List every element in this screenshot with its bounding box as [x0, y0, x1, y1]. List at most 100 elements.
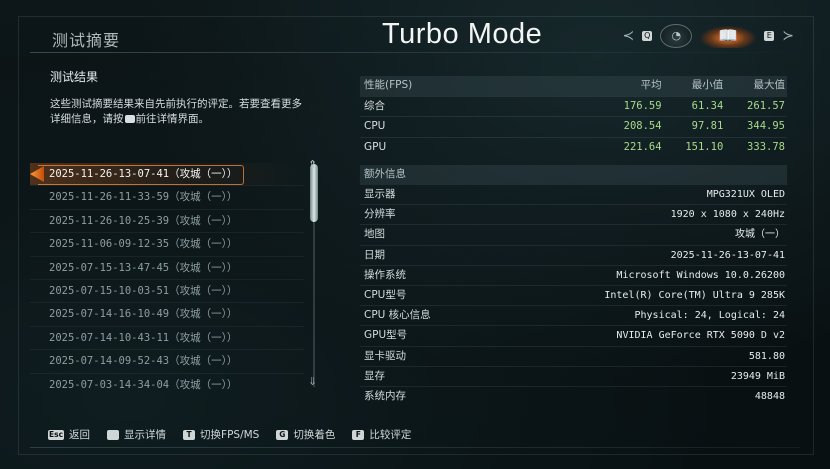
perf-avg-value: 208.54	[623, 120, 662, 132]
extra-info-value: Intel(R) Core(TM) Ultra 9 285K	[604, 289, 785, 301]
run-item[interactable]: 2025-11-26-10-25-39（攻城（一））	[30, 208, 304, 232]
extra-info-value: 攻城（一）	[735, 229, 785, 241]
hint-key-icon: T	[183, 429, 196, 440]
extra-info-heading: 额外信息	[360, 165, 787, 184]
run-list: 2025-11-26-13-07-41（攻城（一）） 2025-11-26-11-…	[30, 163, 304, 396]
run-item[interactable]: 2025-11-06-09-12-35（攻城（一））	[30, 232, 304, 255]
perf-row-label: 综合	[364, 99, 385, 112]
performance-header-row: 性能(FPS) 平均 最小值 最大值	[360, 76, 787, 96]
extra-info-value: 581.80	[748, 350, 785, 362]
extra-info-row: 操作系统 Microsoft Windows 10.0.26200	[360, 264, 787, 285]
extra-info-key: GPU型号	[364, 329, 408, 342]
perf-min-value: 151.10	[685, 140, 724, 153]
key-q-icon: Q	[642, 31, 653, 41]
extra-info-value: NVIDIA GeForce RTX 5090 D v2	[616, 330, 785, 342]
summary-tab-book-icon[interactable]: 📖	[700, 24, 757, 48]
performance-table: 性能(FPS) 平均 最小值 最大值 综合 176.59 61.34 261.57 CP…	[360, 76, 787, 157]
extra-info-key: 系统内存	[364, 389, 406, 402]
extra-info-key: CPU 核心信息	[364, 309, 431, 322]
perf-min-value: 97.81	[691, 120, 724, 132]
perf-max-value: 333.78	[747, 140, 785, 153]
mode-title: Turbo Mode	[382, 18, 543, 50]
extra-info-row: 地图 攻城（一）	[360, 224, 787, 244]
scroll-up-arrow-icon[interactable]: ⇑	[308, 158, 317, 171]
page-title: 测试摘要	[52, 31, 121, 50]
perf-avg-value: 221.64	[623, 140, 662, 153]
performance-row: 综合 176.59 61.34 261.57	[360, 95, 787, 117]
extra-info-key: 显卡驱动	[364, 349, 406, 362]
run-item[interactable]: 2025-07-14-09-52-43（攻城（一））	[30, 349, 304, 372]
perf-header-label: 性能(FPS)	[364, 79, 413, 91]
extra-info-row: 分辨率 1920 x 1080 x 240Hz	[360, 204, 787, 224]
run-item[interactable]: 2025-07-03-14-34-04（攻城（一））	[30, 372, 304, 396]
perf-header-min: 最小值	[691, 79, 724, 91]
run-item[interactable]: 2025-07-15-13-47-45（攻城（一））	[30, 255, 304, 279]
perf-max-value: 261.57	[747, 99, 785, 112]
hint-label: 比较评定	[369, 429, 412, 441]
performance-row: CPU 208.54 97.81 344.95	[360, 116, 787, 137]
extra-info-value: 2025-11-26-13-07-41	[670, 249, 785, 261]
header-divider	[30, 52, 800, 53]
benchmark-tab-icon[interactable]: ◔	[660, 24, 693, 48]
footer-hint[interactable]: G 切换着色	[276, 427, 335, 442]
footer-hint[interactable]: T 切换FPS/MS	[183, 427, 259, 442]
scroll-down-arrow-icon[interactable]: ⇓	[308, 375, 317, 388]
footer-hint[interactable]: 显示详情	[107, 427, 166, 442]
extra-info-row: 显卡驱动 581.80	[360, 345, 787, 366]
footer-hint[interactable]: Esc 返回	[48, 427, 90, 442]
footer-hints: Esc 返回 显示详情 T 切换FPS/MS G 切换着色 F 比较评定	[48, 427, 411, 442]
extra-info-value: Microsoft Windows 10.0.26200	[616, 269, 785, 281]
hint-label: 返回	[69, 429, 91, 441]
hint-key-icon: G	[276, 429, 289, 440]
extra-info-row: 系统内存 48848	[360, 385, 787, 406]
hint-key-icon: Esc	[48, 429, 65, 440]
performance-row: GPU 221.64 151.10 333.78	[360, 136, 787, 158]
extra-info-key: 地图	[364, 228, 385, 241]
header-icons: ≺ Q ◔ 📖 E ≻	[623, 24, 794, 48]
extra-info-key: 显存	[364, 369, 385, 382]
perf-header-avg: 平均	[640, 79, 662, 91]
summary-panel: 测试结果 这些测试摘要结果来自先前执行的评定。若要查看更多详细信息，请按 前往详情…	[50, 68, 310, 127]
hint-label: 切换着色	[293, 429, 336, 441]
perf-min-value: 61.34	[691, 99, 724, 112]
header: 测试摘要 Turbo Mode ≺ Q ◔ 📖 E ≻	[30, 18, 800, 54]
run-item[interactable]: 2025-11-26-11-33-59（攻城（一））	[30, 185, 304, 208]
extra-info-key: 显示器	[364, 188, 396, 200]
perf-max-value: 344.95	[747, 120, 785, 132]
extra-info-row: 显存 23949 MiB	[360, 365, 787, 386]
perf-row-label: GPU	[364, 140, 387, 153]
key-e-icon: E	[764, 31, 775, 41]
run-item[interactable]: 2025-07-14-10-43-11（攻城（一））	[30, 325, 304, 349]
extra-info-key: 操作系统	[364, 268, 406, 281]
run-item-selected[interactable]: 2025-11-26-13-07-41（攻城（一））	[30, 163, 304, 186]
extra-info-row: 显示器 MPG321UX OLED	[360, 184, 787, 204]
extra-info-value: MPG321UX OLED	[706, 189, 785, 200]
perf-avg-value: 176.59	[623, 99, 662, 112]
details-key-icon	[124, 115, 135, 123]
perf-header-max: 最大值	[753, 79, 785, 91]
extra-info-key: CPU型号	[364, 288, 407, 301]
footer-divider	[30, 447, 800, 448]
nav-right-arrow-icon[interactable]: ≻	[782, 28, 794, 44]
extra-info-row: CPU型号 Intel(R) Core(TM) Ultra 9 285K	[360, 284, 787, 305]
extra-info-key: 分辨率	[364, 208, 396, 221]
extra-info-table: 额外信息 显示器 MPG321UX OLED 分辨率 1920 x 1080 x 24…	[360, 165, 787, 406]
nav-left-arrow-icon[interactable]: ≺	[623, 28, 635, 44]
extra-info-value: Physical: 24, Logical: 24	[634, 310, 785, 322]
hint-key-icon	[107, 429, 120, 440]
hint-label: 显示详情	[124, 429, 167, 441]
summary-heading: 测试结果	[50, 70, 99, 84]
footer-hint[interactable]: F 比较评定	[352, 427, 411, 442]
run-list-scrollbar[interactable]: ⇑ ⇓	[307, 158, 321, 390]
extra-info-row: 日期 2025-11-26-13-07-41	[360, 244, 787, 265]
hint-label: 切换FPS/MS	[200, 429, 260, 441]
extra-info-key: 日期	[364, 248, 385, 261]
run-item[interactable]: 2025-07-14-16-10-49（攻城（一））	[30, 302, 304, 325]
run-item[interactable]: 2025-07-15-10-03-51（攻城（一））	[30, 278, 304, 302]
extra-info-row: CPU 核心信息 Physical: 24, Logical: 24	[360, 305, 787, 325]
hint-key-icon: F	[352, 429, 365, 440]
scroll-thumb[interactable]	[310, 164, 318, 222]
extra-info-value: 23949 MiB	[730, 370, 785, 382]
summary-description: 这些测试摘要结果来自先前执行的评定。若要查看更多详细信息，请按 前往详情界面。	[50, 98, 302, 125]
extra-info-value: 48848	[754, 390, 785, 402]
